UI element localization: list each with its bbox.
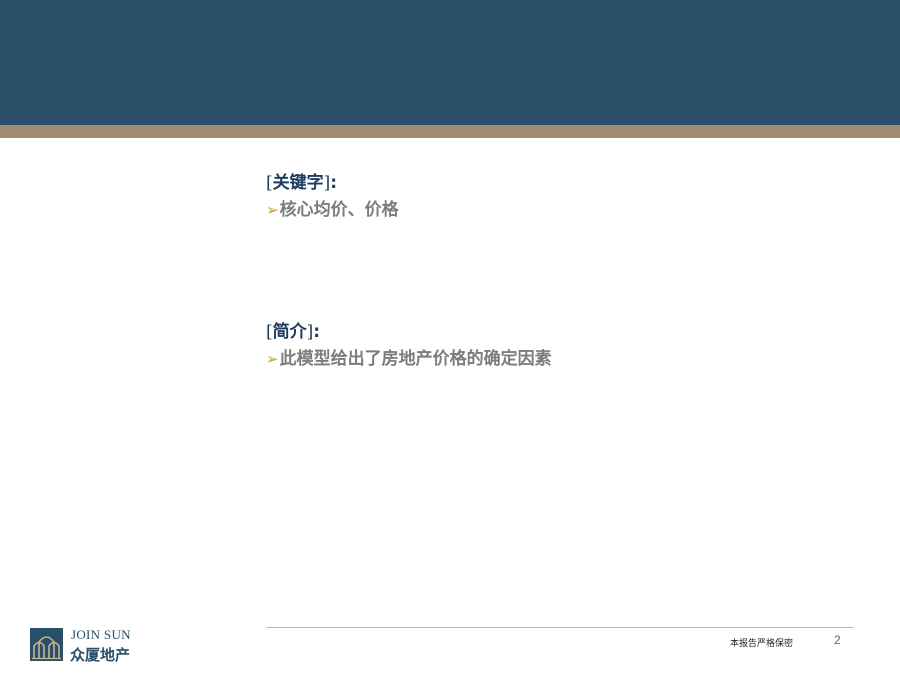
intro-bullet: ➢此模型给出了房地产价格的确定因素	[266, 348, 552, 370]
header-band	[0, 0, 900, 125]
footer-divider	[266, 627, 854, 628]
bracket-open: [	[266, 173, 273, 193]
arrow-bullet-icon: ➢	[266, 201, 279, 219]
keywords-colon: :	[330, 173, 338, 193]
keywords-section: [关键字]: ➢核心均价、价格	[266, 172, 399, 221]
keywords-bullet-text: 核心均价、价格	[279, 200, 399, 220]
page-number: 2	[834, 633, 841, 647]
logo-chinese-name: 众厦地产	[70, 646, 131, 664]
bracket-open: [	[266, 322, 273, 342]
keywords-title: [关键字]:	[266, 172, 399, 194]
keywords-title-text: 关键字	[272, 173, 324, 193]
arrow-bullet-icon: ➢	[266, 350, 279, 368]
keywords-bullet: ➢核心均价、价格	[266, 199, 399, 221]
intro-bullet-text: 此模型给出了房地产价格的确定因素	[279, 349, 552, 369]
intro-title-text: 简介	[272, 322, 307, 342]
building-logo-icon	[30, 628, 63, 661]
company-logo: JOIN SUN 众厦地产	[30, 627, 142, 664]
intro-colon: :	[313, 322, 321, 342]
logo-english-name: JOIN SUN	[71, 627, 131, 642]
header-stripe	[0, 125, 900, 138]
confidential-notice: 本报告严格保密	[730, 639, 794, 649]
intro-section: [简介]: ➢此模型给出了房地产价格的确定因素	[266, 321, 552, 370]
intro-title: [简介]:	[266, 321, 552, 343]
